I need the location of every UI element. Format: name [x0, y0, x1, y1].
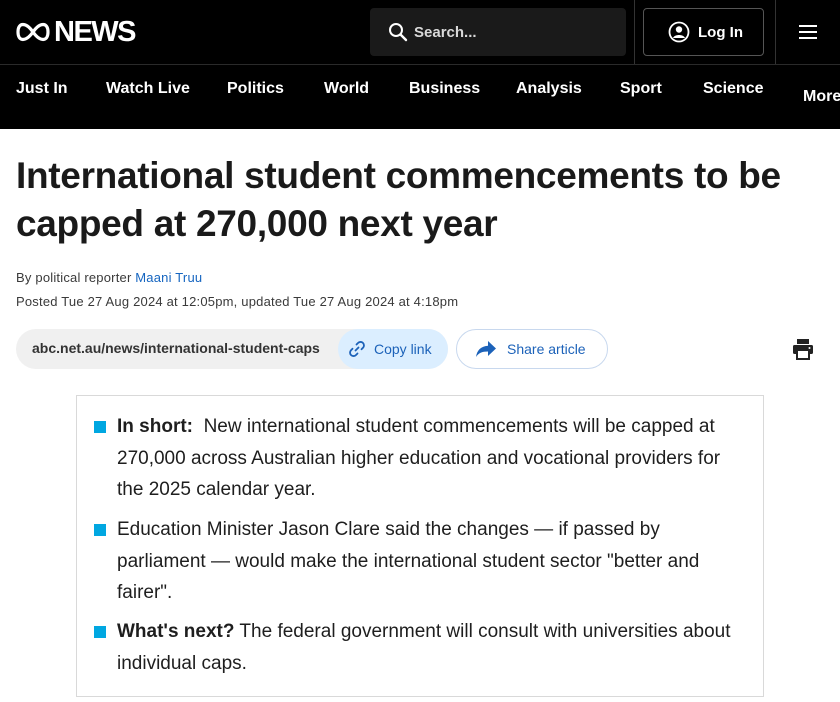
article-headline: International student commencements to b…	[16, 155, 781, 244]
nav-item-politics[interactable]: Politics	[227, 80, 284, 98]
key-point: Education Minister Jason Clare said the …	[94, 514, 747, 609]
user-icon	[668, 21, 690, 43]
key-point-text: Education Minister Jason Clare said the …	[117, 519, 700, 603]
copy-link-button[interactable]: Copy link	[338, 329, 448, 369]
abc-news-logo[interactable]: NEWS	[16, 16, 137, 48]
posted-date: Tue 27 Aug 2024 at 12:05pm	[61, 294, 234, 309]
search-icon	[389, 23, 408, 42]
posted-label: Posted	[16, 294, 58, 309]
updated-label: , updated	[233, 294, 290, 309]
updated-date: Tue 27 Aug 2024 at 4:18pm	[293, 294, 459, 309]
nav-more-button[interactable]: More	[803, 88, 840, 106]
header-divider	[634, 0, 635, 64]
nav-item-watch-live[interactable]: Watch Live	[106, 80, 190, 98]
share-arrow-icon	[476, 341, 496, 357]
share-article-label: Share article	[507, 341, 586, 357]
search-box[interactable]	[370, 8, 626, 56]
logo-text: NEWS	[54, 16, 137, 48]
publish-dates: Posted Tue 27 Aug 2024 at 12:05pm, updat…	[16, 294, 458, 309]
site-header: NEWS Log In	[0, 0, 840, 64]
key-point-text: New international student commencements …	[117, 416, 721, 500]
key-point-lead: What's next?	[117, 621, 235, 642]
nav-item-sport[interactable]: Sport	[620, 80, 662, 98]
menu-button[interactable]	[776, 0, 840, 64]
nav-item-business[interactable]: Business	[409, 80, 480, 98]
author-link[interactable]: Maani Truu	[135, 270, 202, 285]
article-url-field[interactable]: abc.net.au/news/international-student-ca…	[16, 329, 448, 369]
nav-item-analysis[interactable]: Analysis	[516, 80, 582, 98]
byline: By political reporter Maani Truu	[16, 270, 202, 285]
key-point: In short: New international student comm…	[94, 411, 747, 506]
key-point: What's next? The federal government will…	[94, 616, 747, 679]
main-nav: Just In Watch Live Politics World Busine…	[0, 64, 840, 129]
share-article-button[interactable]: Share article	[456, 329, 608, 369]
print-icon[interactable]	[792, 338, 814, 360]
nav-item-science[interactable]: Science	[703, 80, 763, 98]
search-input[interactable]	[414, 23, 604, 41]
login-label: Log In	[698, 23, 743, 41]
nav-item-just-in[interactable]: Just In	[16, 80, 68, 98]
copy-link-label: Copy link	[374, 341, 432, 357]
byline-prefix: By political reporter	[16, 270, 132, 285]
login-button[interactable]: Log In	[643, 8, 764, 56]
article-url: abc.net.au/news/international-student-ca…	[32, 340, 320, 356]
bullet-square	[94, 524, 106, 536]
nav-item-world[interactable]: World	[324, 80, 369, 98]
key-points-box: In short: New international student comm…	[76, 395, 764, 697]
abc-lissajous-icon	[16, 20, 50, 44]
hamburger-icon	[799, 25, 817, 39]
bullet-square	[94, 626, 106, 638]
key-point-lead: In short:	[117, 416, 193, 437]
bullet-square	[94, 421, 106, 433]
link-icon	[349, 341, 365, 357]
